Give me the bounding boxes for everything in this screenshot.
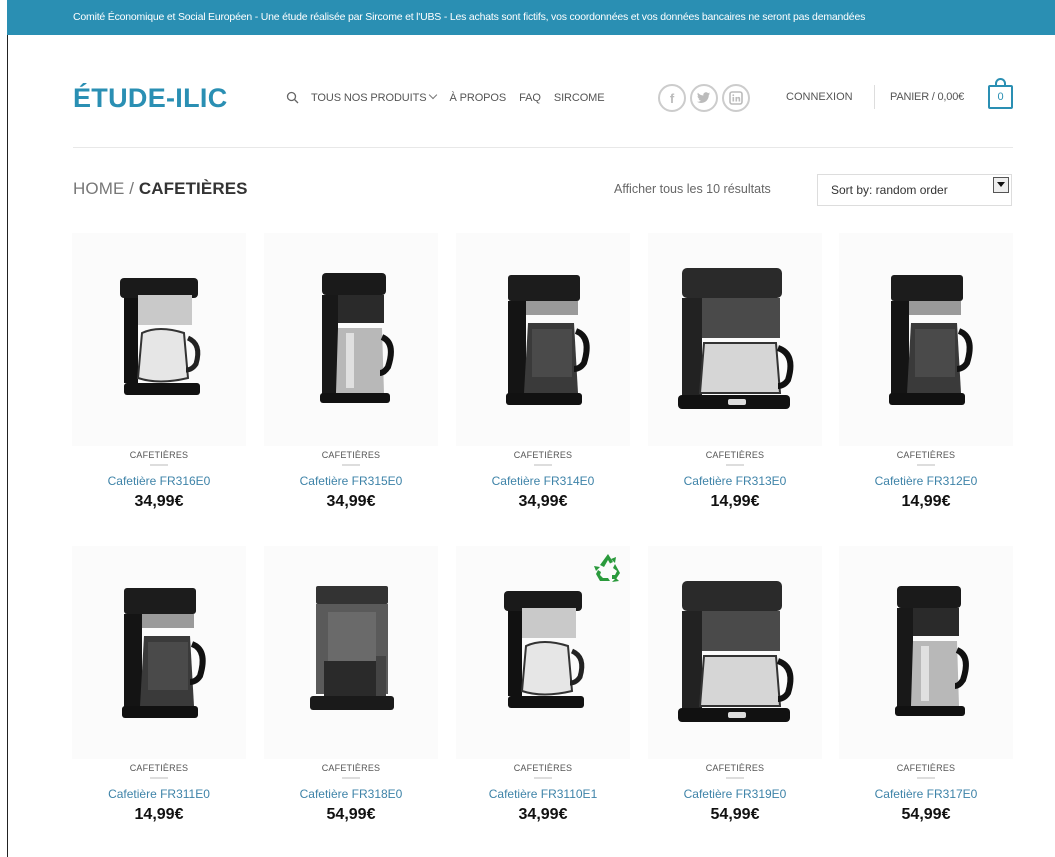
results-count: Afficher tous les 10 résultats (614, 182, 771, 196)
category-divider (726, 464, 744, 466)
product-category[interactable]: CAFETIÈRES (264, 450, 438, 460)
header-divider-line (73, 147, 1013, 148)
login-link[interactable]: CONNEXION (786, 91, 853, 103)
category-divider (917, 464, 935, 466)
product-name[interactable]: Cafetière FR319E0 (648, 787, 822, 801)
coffee-maker-image (72, 233, 246, 446)
nav-item-faq[interactable]: FAQ (519, 92, 541, 104)
header-divider (874, 85, 875, 109)
chevron-down-icon[interactable] (993, 177, 1009, 193)
category-divider (342, 777, 360, 779)
product-category[interactable]: CAFETIÈRES (264, 763, 438, 773)
product-category[interactable]: CAFETIÈRES (72, 763, 246, 773)
product-price: 54,99€ (710, 806, 760, 823)
coffee-maker-image (264, 233, 438, 446)
coffee-maker-image (264, 546, 438, 759)
product-price: 34,99€ (326, 493, 376, 510)
product-name[interactable]: Cafetière FR315E0 (264, 474, 438, 488)
category-divider (534, 464, 552, 466)
product-image[interactable] (839, 546, 1013, 759)
category-divider (342, 464, 360, 466)
product-image[interactable] (839, 233, 1013, 446)
nav-item-products[interactable]: TOUS NOS PRODUITS (311, 90, 438, 104)
left-border (7, 35, 8, 857)
linkedin-icon[interactable] (722, 84, 750, 112)
product-name[interactable]: Cafetière FR311E0 (72, 787, 246, 801)
product-name[interactable]: Cafetière FR3110E1 (456, 787, 630, 801)
nav-item-sircome[interactable]: SIRCOME (554, 92, 605, 104)
category-divider (917, 777, 935, 779)
product-category[interactable]: CAFETIÈRES (456, 450, 630, 460)
linkedin-square-icon (729, 91, 743, 105)
product-image[interactable] (72, 546, 246, 759)
sort-select[interactable]: Sort by: random order (817, 174, 1012, 206)
site-logo[interactable]: ÉTUDE-ILIC (73, 80, 228, 116)
product-category[interactable]: CAFETIÈRES (456, 763, 630, 773)
product-category[interactable]: CAFETIÈRES (648, 763, 822, 773)
main-nav: TOUS NOS PRODUITS À PROPOS FAQ SIRCOME (286, 90, 617, 105)
nav-item-products-label: TOUS NOS PRODUITS (311, 92, 427, 104)
cart-link[interactable]: PANIER / 0,00€ (890, 91, 964, 103)
sort-select-value: Sort by: random order (831, 183, 948, 197)
product-category[interactable]: CAFETIÈRES (839, 763, 1013, 773)
product-name[interactable]: Cafetière FR313E0 (648, 474, 822, 488)
product-image[interactable] (456, 233, 630, 446)
product-price: 54,99€ (901, 806, 951, 823)
facebook-icon[interactable]: f (658, 84, 686, 112)
product-price: 34,99€ (518, 493, 568, 510)
product-name[interactable]: Cafetière FR316E0 (72, 474, 246, 488)
page: Comité Économique et Social Européen - U… (0, 0, 1055, 857)
product-name[interactable]: Cafetière FR318E0 (264, 787, 438, 801)
coffee-maker-image (648, 546, 822, 759)
coffee-maker-image (839, 546, 1013, 759)
breadcrumb: HOME / CAFETIÈRES (73, 179, 248, 199)
nav-item-about[interactable]: À PROPOS (449, 92, 506, 104)
social-links: f (658, 84, 754, 112)
product-name[interactable]: Cafetière FR312E0 (839, 474, 1013, 488)
product-name[interactable]: Cafetière FR317E0 (839, 787, 1013, 801)
product-category[interactable]: CAFETIÈRES (839, 450, 1013, 460)
site-header: ÉTUDE-ILIC TOUS NOS PRODUITS À PROPOS FA… (73, 78, 1013, 116)
category-divider (150, 777, 168, 779)
product-price: 14,99€ (134, 806, 184, 823)
product-name[interactable]: Cafetière FR314E0 (456, 474, 630, 488)
category-divider (150, 464, 168, 466)
product-price: 14,99€ (710, 493, 760, 510)
category-divider (534, 777, 552, 779)
product-image[interactable] (648, 546, 822, 759)
product-image[interactable] (264, 546, 438, 759)
product-category[interactable]: CAFETIÈRES (648, 450, 822, 460)
product-category[interactable]: CAFETIÈRES (72, 450, 246, 460)
product-price: 34,99€ (518, 806, 568, 823)
category-divider (726, 777, 744, 779)
cart-bag-icon[interactable]: 0 (988, 78, 1013, 109)
product-price: 34,99€ (134, 493, 184, 510)
breadcrumb-home[interactable]: HOME (73, 179, 124, 198)
product-price: 54,99€ (326, 806, 376, 823)
breadcrumb-current: CAFETIÈRES (138, 179, 248, 198)
search-icon[interactable] (286, 91, 300, 105)
twitter-bird-icon (697, 92, 710, 103)
product-image[interactable] (72, 233, 246, 446)
breadcrumb-separator: / (124, 179, 139, 198)
chevron-down-icon (429, 90, 438, 100)
coffee-maker-image (72, 546, 246, 759)
recycle-icon (591, 551, 625, 585)
coffee-maker-image (456, 233, 630, 446)
product-image[interactable] (264, 233, 438, 446)
twitter-icon[interactable] (690, 84, 718, 112)
top-notice-bar: Comité Économique et Social Européen - U… (7, 0, 1055, 35)
coffee-maker-image (839, 233, 1013, 446)
coffee-maker-image (648, 233, 822, 446)
product-price: 14,99€ (901, 493, 951, 510)
top-notice-text: Comité Économique et Social Européen - U… (73, 11, 866, 23)
product-image[interactable] (648, 233, 822, 446)
